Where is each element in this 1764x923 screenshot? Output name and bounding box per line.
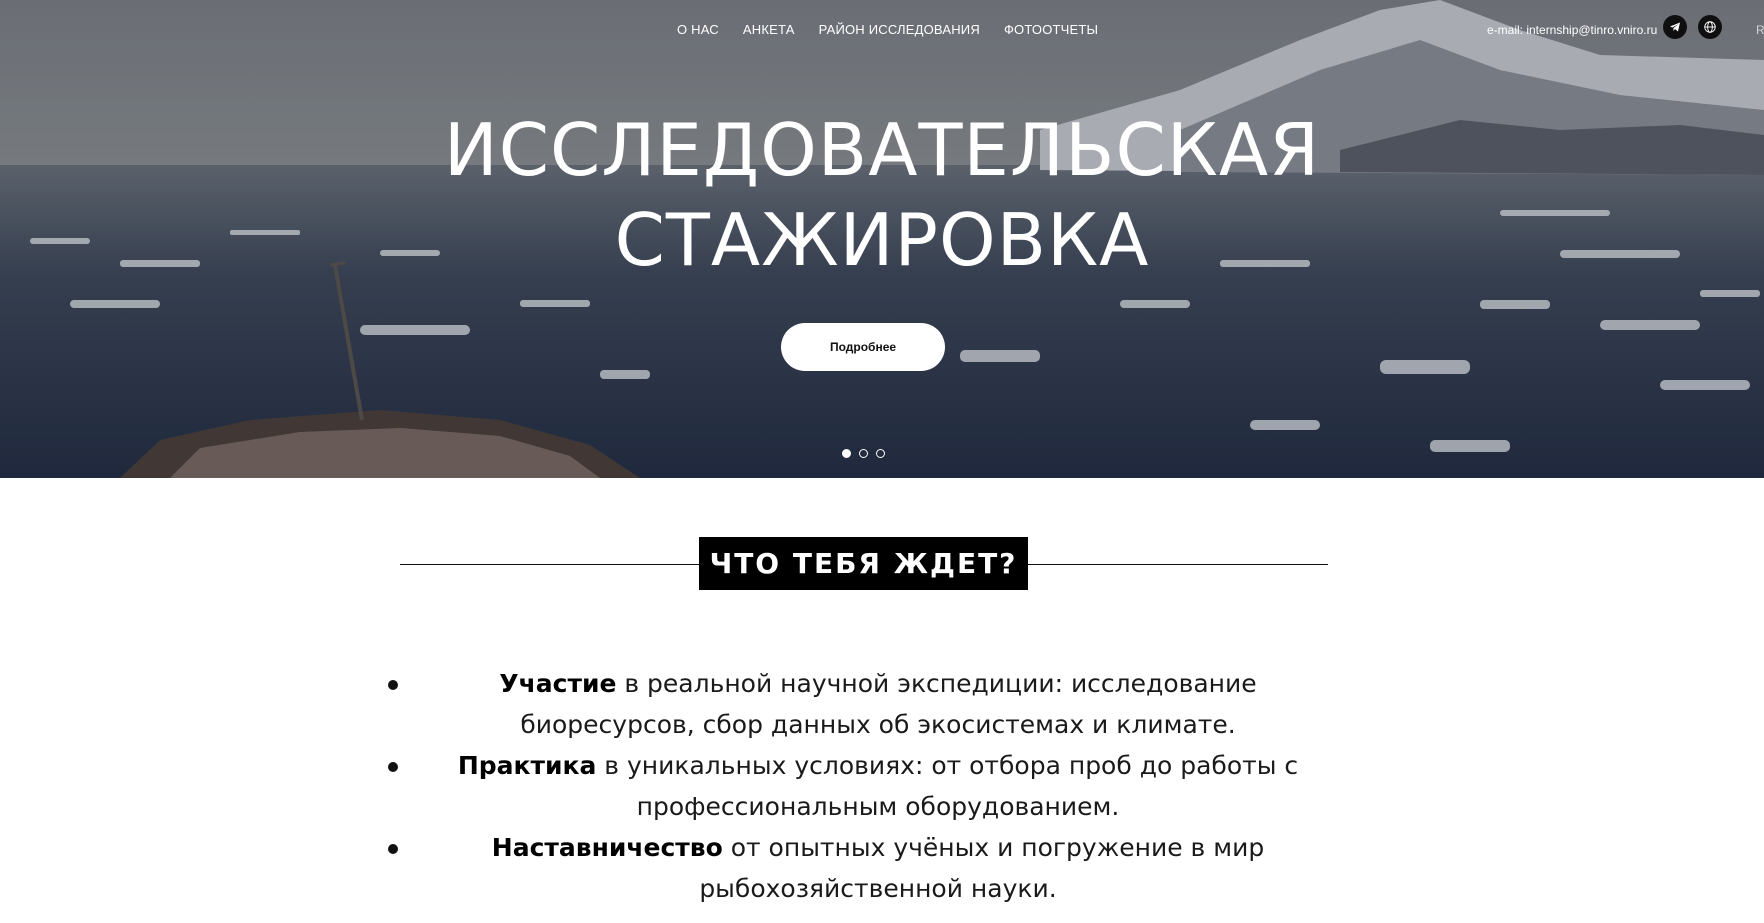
bullet-bold-text: Практика [457, 751, 597, 780]
nav-link-photo-reports[interactable]: ФОТООТЧЕТЫ [1004, 22, 1098, 37]
top-navigation: О НАС АНКЕТА РАЙОН ИССЛЕДОВАНИЯ ФОТООТЧЕ… [0, 15, 1764, 42]
benefits-list: Участие в реальной научной экспедиции: и… [380, 663, 1340, 909]
heading-divider-right [1027, 564, 1328, 565]
nav-link-about[interactable]: О НАС [677, 22, 719, 37]
slider-dot-3[interactable] [876, 449, 885, 458]
bullet-text: в уникальных условиях: от отбора проб до… [596, 751, 1299, 821]
bullet-bold-text: Участие [499, 669, 617, 698]
hero-banner: О НАС АНКЕТА РАЙОН ИССЛЕДОВАНИЯ ФОТООТЧЕ… [0, 0, 1764, 478]
bullet-text: от опытных учёных и погружение в мир рыб… [699, 833, 1265, 903]
nav-link-research-area[interactable]: РАЙОН ИССЛЕДОВАНИЯ [819, 22, 980, 37]
heading-divider-left [400, 564, 700, 565]
contact-email[interactable]: e-mail: internship@tinro.vniro.ru [1487, 23, 1657, 37]
hero-title: ИССЛЕДОВАТЕЛЬСКАЯ СТАЖИРОВКА [0, 105, 1764, 285]
bullet-icon [388, 762, 398, 772]
list-item: Наставничество от опытных учёных и погру… [380, 827, 1340, 909]
globe-icon[interactable] [1698, 15, 1722, 39]
bullet-icon [388, 680, 398, 690]
slider-dot-1[interactable] [842, 449, 851, 458]
bullet-text: в реальной научной экспедиции: исследова… [520, 669, 1257, 739]
slider-dot-2[interactable] [859, 449, 868, 458]
list-item: Практика в уникальных условиях: от отбор… [380, 745, 1340, 827]
bullet-bold-text: Наставничество [491, 833, 723, 862]
slider-dots [842, 449, 885, 458]
section-heading: ЧТО ТЕБЯ ЖДЕТ? [699, 537, 1028, 590]
nav-link-survey[interactable]: АНКЕТА [743, 22, 795, 37]
nav-links: О НАС АНКЕТА РАЙОН ИССЛЕДОВАНИЯ ФОТООТЧЕ… [677, 22, 1098, 37]
language-switch-label[interactable]: R [1756, 23, 1764, 37]
hero-title-line-2: СТАЖИРОВКА [614, 198, 1150, 282]
hero-title-line-1: ИССЛЕДОВАТЕЛЬСКАЯ [443, 108, 1321, 192]
more-info-button[interactable]: Подробнее [781, 323, 945, 371]
list-item: Участие в реальной научной экспедиции: и… [380, 663, 1340, 745]
telegram-icon[interactable] [1663, 15, 1687, 39]
bullet-icon [388, 844, 398, 854]
